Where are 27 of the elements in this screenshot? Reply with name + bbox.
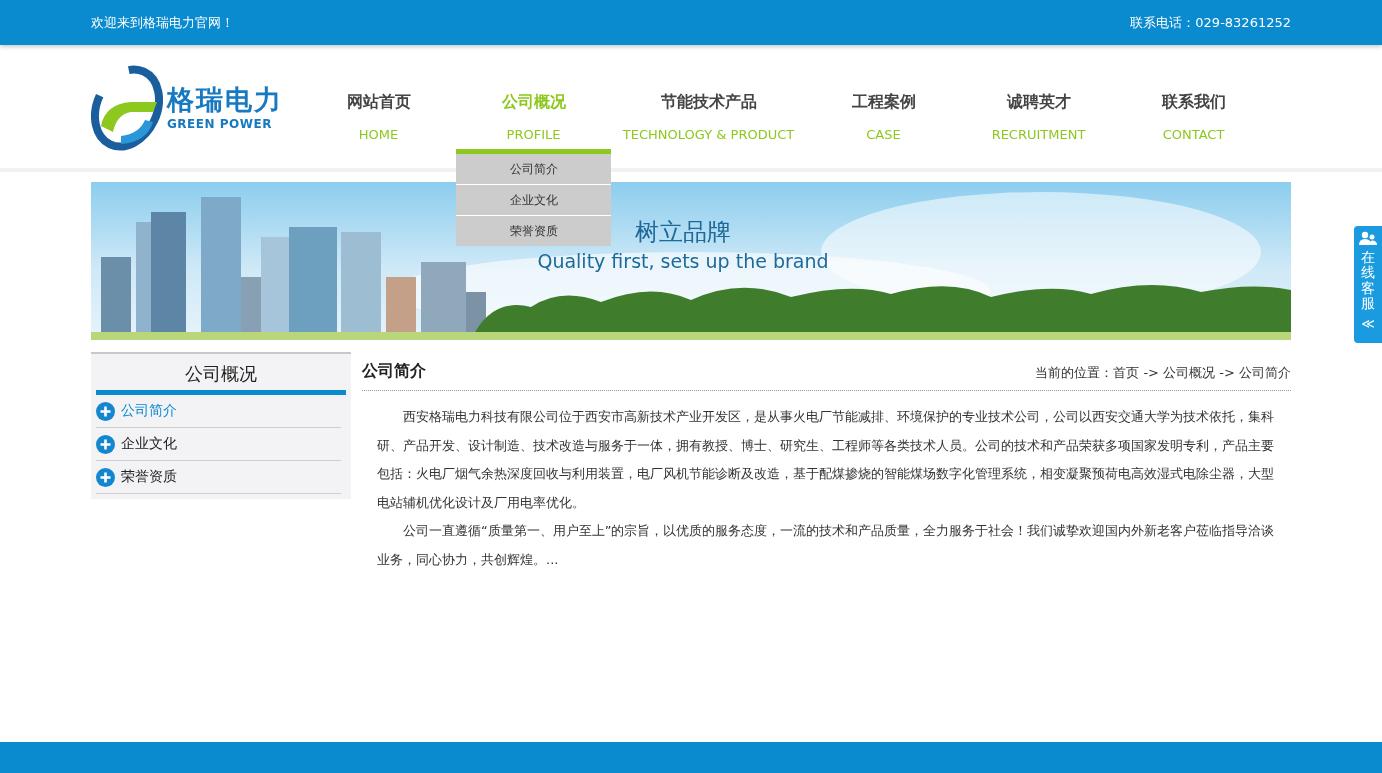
plus-icon (96, 434, 115, 454)
banner-subtitle: Quality first, sets up the brand (537, 250, 829, 272)
logo-tagline: GREEN POWER (167, 116, 273, 131)
sidebar-title: 公司概况 (96, 354, 346, 395)
users-icon (1359, 231, 1377, 246)
nav-link[interactable]: 诚聘英才 (1006, 92, 1071, 113)
sidebar-item[interactable]: 企业文化 (96, 428, 341, 461)
content-title: 公司简介 (362, 361, 426, 382)
dropdown-item[interactable]: 公司简介 (456, 154, 611, 184)
sidebar-item[interactable]: 荣誉资质 (96, 461, 341, 494)
banner-title: 树立品牌 (635, 217, 731, 248)
plus-icon (96, 401, 115, 421)
dropdown-item[interactable]: 荣誉资质 (456, 216, 611, 246)
paragraph: 公司一直遵循“质量第一、用户至上”的宗旨，以优质的服务态度，一流的技术和产品质量，全力服务于社会！我们诚挚欢迎国内外新老客户莅临指导洽谈业务，同心协力，共创辉煌。... (376, 522, 1276, 569)
nav-link[interactable]: 联系我们 (1161, 92, 1226, 113)
phone-text: 联系电话：029-83261252 (1130, 13, 1291, 32)
nav-link[interactable]: 网站首页 (346, 92, 411, 113)
welcome-text: 欢迎来到格瑞电力官网！ (91, 13, 234, 32)
logo-name: 格瑞电力 (167, 85, 283, 113)
nav-link[interactable]: 节能技术产品 (660, 92, 757, 113)
dropdown-item[interactable]: 企业文化 (456, 185, 611, 215)
sidebar-item[interactable]: 公司简介 (96, 395, 341, 428)
breadcrumb: 当前的位置：首页 -> 公司概况 -> 公司简介 (1035, 364, 1291, 382)
nav-link[interactable]: 工程案例 (851, 92, 916, 113)
plus-icon (96, 467, 115, 487)
logo-icon (91, 64, 163, 152)
paragraph: 西安格瑞电力科技有限公司位于西安市高新技术产业开发区，是从事火电厂节能减排、环境保护的专业技术公司，公司以西安交通大学为技术依托，集科研、产品开发、设计制造、技术改造与服务于一体，拥有教授、博士、研究生、工程师等各类技术人员。公司的技术和产品荣获多项国家发明专利，产品主要包括：火电厂烟气余热深度回收与利用装置，电厂风机节能诊断及改造，基于配煤掺烧的智能煤场数字化管理系统，相变凝聚预荷电高效湿式电除尘器，大型电站辅机优化设计及厂用电率优化。 (376, 408, 1275, 512)
